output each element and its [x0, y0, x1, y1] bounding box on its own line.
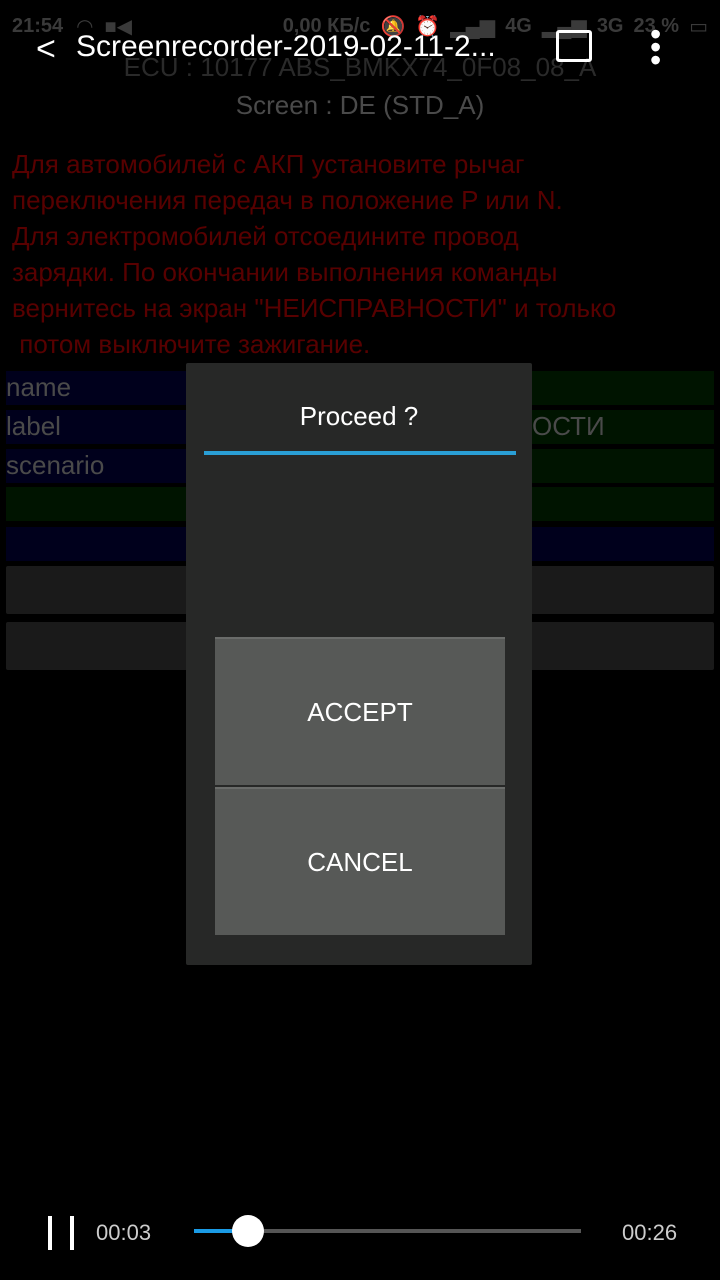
- accept-button[interactable]: ACCEPT: [215, 637, 505, 785]
- seek-bar[interactable]: [194, 1215, 581, 1247]
- row-value: ОСТИ: [532, 410, 714, 444]
- row-label: scenario: [6, 450, 105, 480]
- dialog-title: Proceed ?: [299, 401, 419, 431]
- row-label: label: [6, 411, 61, 441]
- pause-icon[interactable]: [48, 1216, 74, 1250]
- app-bar: < Screenrecorder-2019-02-11-2... • • •: [0, 18, 720, 76]
- current-time: 00:03: [96, 1220, 152, 1245]
- duration: 00:26: [622, 1220, 678, 1245]
- seek-thumb[interactable]: [232, 1215, 265, 1247]
- row-value: [532, 371, 714, 405]
- dialog-divider: [204, 451, 516, 455]
- row-value: [532, 449, 714, 483]
- row-value-text: ОСТИ: [532, 411, 605, 441]
- back-icon[interactable]: <: [36, 30, 56, 69]
- row-label: name: [6, 372, 72, 402]
- more-vert-icon[interactable]: • • •: [650, 18, 661, 76]
- player-controls: 00:03 00:26: [0, 1210, 720, 1256]
- cancel-button[interactable]: CANCEL: [215, 787, 505, 935]
- warning-text: Для автомобилей с АКП установите рычаг п…: [12, 149, 617, 359]
- proceed-dialog: Proceed ? ACCEPT CANCEL: [186, 363, 532, 965]
- cast-icon[interactable]: [556, 30, 592, 62]
- screen-label: Screen : DE (STD_A): [235, 90, 485, 120]
- video-title: Screenrecorder-2019-02-11-2...: [76, 30, 496, 63]
